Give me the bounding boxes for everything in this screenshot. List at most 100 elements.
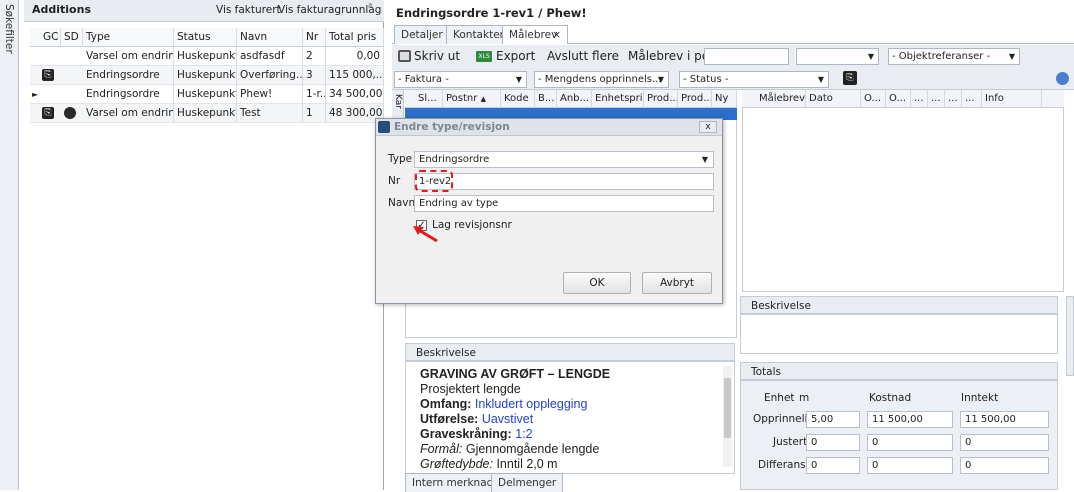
table-row[interactable]: ⎘ Endringsordre Huskepunkt Overføring...… <box>30 66 384 85</box>
sort-up-icon: ▲ <box>480 95 486 103</box>
col-e2[interactable]: ... <box>928 90 945 108</box>
col-e3[interactable]: ... <box>945 90 962 108</box>
tab-delmenger[interactable]: Delmenger <box>491 473 564 492</box>
desc-grav-key: Graveskråning: <box>420 427 512 441</box>
totals-inntekt-field[interactable]: 11 500,00 <box>960 411 1049 428</box>
col-nr[interactable]: Nr <box>303 28 326 47</box>
period-to-select[interactable]: ▼ <box>796 48 879 65</box>
detail-tabs: Detaljer Kontakter Målebrev × <box>392 24 1074 44</box>
col-o2[interactable]: O... <box>886 90 911 108</box>
dialog-close-button[interactable]: x <box>699 121 717 133</box>
col-status[interactable]: Status <box>174 28 237 47</box>
chevron-down-icon: ▼ <box>515 75 522 84</box>
nr-field[interactable]: 1-rev2 <box>414 173 714 190</box>
close-icon[interactable]: × <box>552 26 561 44</box>
description-content[interactable]: GRAVING AV GRØFT – LENGDE Prosjektert le… <box>405 361 735 474</box>
totals-row-label: Opprinnelig <box>753 413 815 425</box>
col-b[interactable]: B... <box>535 90 557 108</box>
desc-omfang-value: Inkludert opplegging <box>474 397 588 411</box>
print-button[interactable]: Skriv ut <box>414 49 460 63</box>
highlight-box <box>415 170 453 192</box>
row-navn: Phew! <box>237 85 303 104</box>
tab-intern-merknad[interactable]: Intern merknad <box>405 473 501 492</box>
col-e4[interactable]: ... <box>962 90 982 108</box>
row-status: Huskepunkt <box>174 104 237 123</box>
quantity-origin-value: - Mengdens opprinnels... <box>538 74 662 85</box>
col-navn[interactable]: Navn <box>237 28 303 47</box>
cancel-button[interactable]: Avbryt <box>642 272 712 294</box>
col-gc[interactable]: GC <box>40 28 61 47</box>
quantity-origin-filter[interactable]: - Mengdens opprinnels... ▼ <box>534 71 669 88</box>
search-filter-label: Søkefilter <box>3 4 15 54</box>
pin-icon[interactable]: ª <box>368 3 372 13</box>
row-status: Huskepunkt <box>174 85 237 104</box>
object-ref-value: - Objektreferanser - <box>892 51 991 62</box>
table-row[interactable]: ► Endringsordre Huskepunkt Phew! 1-r... … <box>30 85 384 104</box>
totals-enhet-field[interactable]: 0 <box>806 457 860 474</box>
totals-header: Totals <box>740 362 1058 380</box>
col-total[interactable]: Total pris <box>326 28 384 47</box>
col-dato[interactable]: Dato <box>806 90 861 108</box>
totals-kostnad-field[interactable]: 0 <box>867 434 953 451</box>
type-label: Type <box>388 153 413 165</box>
period-from-select[interactable] <box>704 48 789 65</box>
totals-enhet-field[interactable]: 0 <box>806 434 860 451</box>
search-filter-tab[interactable]: Søkefilter <box>0 0 19 490</box>
export-button[interactable]: Export <box>496 49 535 63</box>
additions-title: Additions <box>32 3 91 16</box>
type-select[interactable]: Endringsordre ▼ <box>414 151 714 168</box>
totals-kostnad-field[interactable]: 11 500,00 <box>867 411 953 428</box>
revision-checkbox-label: Lag revisjonsnr <box>432 219 512 231</box>
show-invoiced-link[interactable]: Vis fakturert <box>216 4 281 16</box>
navn-label: Navn <box>388 197 416 209</box>
desc-dybde-key: Grøftedybde: <box>420 457 493 471</box>
row-status: Huskepunkt <box>174 47 237 66</box>
col-enhetspris[interactable]: Enhetspris <box>592 90 644 108</box>
invoice-filter-value: - Faktura - <box>398 74 449 85</box>
scrollbar-thumb[interactable] <box>724 378 731 438</box>
excel-icon: XLS <box>476 51 492 62</box>
status-filter-value: - Status - <box>683 74 729 85</box>
col-info[interactable]: Info <box>982 90 1042 108</box>
ok-button[interactable]: OK <box>563 272 631 294</box>
status-filter[interactable]: - Status - ▼ <box>679 71 829 88</box>
table-row[interactable]: ⎘ Varsel om endring Huskepunkt Test 1 48… <box>30 104 384 123</box>
right-side-tab[interactable] <box>1066 296 1074 376</box>
col-prod1[interactable]: Prod... <box>644 90 678 108</box>
row-navn: asdfasdf <box>237 47 303 66</box>
close-multiple-button[interactable]: Avslutt flere <box>547 49 619 63</box>
col-o1[interactable]: O... <box>861 90 886 108</box>
col-postnr-label: Postnr <box>446 93 478 104</box>
invoice-filter[interactable]: - Faktura - ▼ <box>394 71 527 88</box>
col-e1[interactable]: ... <box>911 90 928 108</box>
link-document-icon[interactable]: ⎘ <box>843 71 857 85</box>
dialog-titlebar[interactable]: Endre type/revisjon x <box>376 119 722 136</box>
col-anb[interactable]: Anb... <box>557 90 592 108</box>
desc-formal-value: Gjennomgående lengde <box>465 442 600 456</box>
description-area-right[interactable] <box>740 314 1058 354</box>
col-postnr[interactable]: Postnr ▲ <box>443 90 501 108</box>
additions-header: Additions Vis fakturert Vis fakturagrunn… <box>24 0 384 22</box>
show-invoice-basis-link[interactable]: Vis fakturagrunnlag <box>278 4 381 16</box>
table-row[interactable]: Varsel om endring Huskepunkt asdfasdf 2 … <box>30 47 384 66</box>
tab-malebrev[interactable]: Målebrev × <box>502 25 568 44</box>
help-icon[interactable] <box>1056 72 1069 85</box>
col-malebrev[interactable]: Målebrev <box>756 90 806 108</box>
items-grid-header: Sl... Postnr ▲ Kode B... Anb... Enhetspr… <box>405 90 737 108</box>
tab-detaljer[interactable]: Detaljer <box>394 25 450 44</box>
object-ref-select[interactable]: - Objektreferanser - ▼ <box>888 48 1020 65</box>
description-scrollbar[interactable] <box>723 366 732 467</box>
navn-field[interactable]: Endring av type <box>414 195 714 212</box>
col-ny[interactable]: Ny <box>712 90 737 108</box>
row-nr: 2 <box>303 47 326 66</box>
col-sd[interactable]: SD <box>61 28 83 47</box>
col-kode[interactable]: Kode <box>501 90 535 108</box>
totals-enhet-field[interactable]: 5,00 <box>806 411 860 428</box>
totals-inntekt-field[interactable]: 0 <box>960 434 1049 451</box>
totals-kostnad-field[interactable]: 0 <box>867 457 953 474</box>
col-prod2[interactable]: Prod... <box>678 90 712 108</box>
col-sl[interactable]: Sl... <box>415 90 443 108</box>
filter-bar: - Faktura - ▼ - Mengdens opprinnels... ▼… <box>392 68 1074 90</box>
totals-inntekt-field[interactable]: 0 <box>960 457 1049 474</box>
col-type[interactable]: Type <box>83 28 174 47</box>
